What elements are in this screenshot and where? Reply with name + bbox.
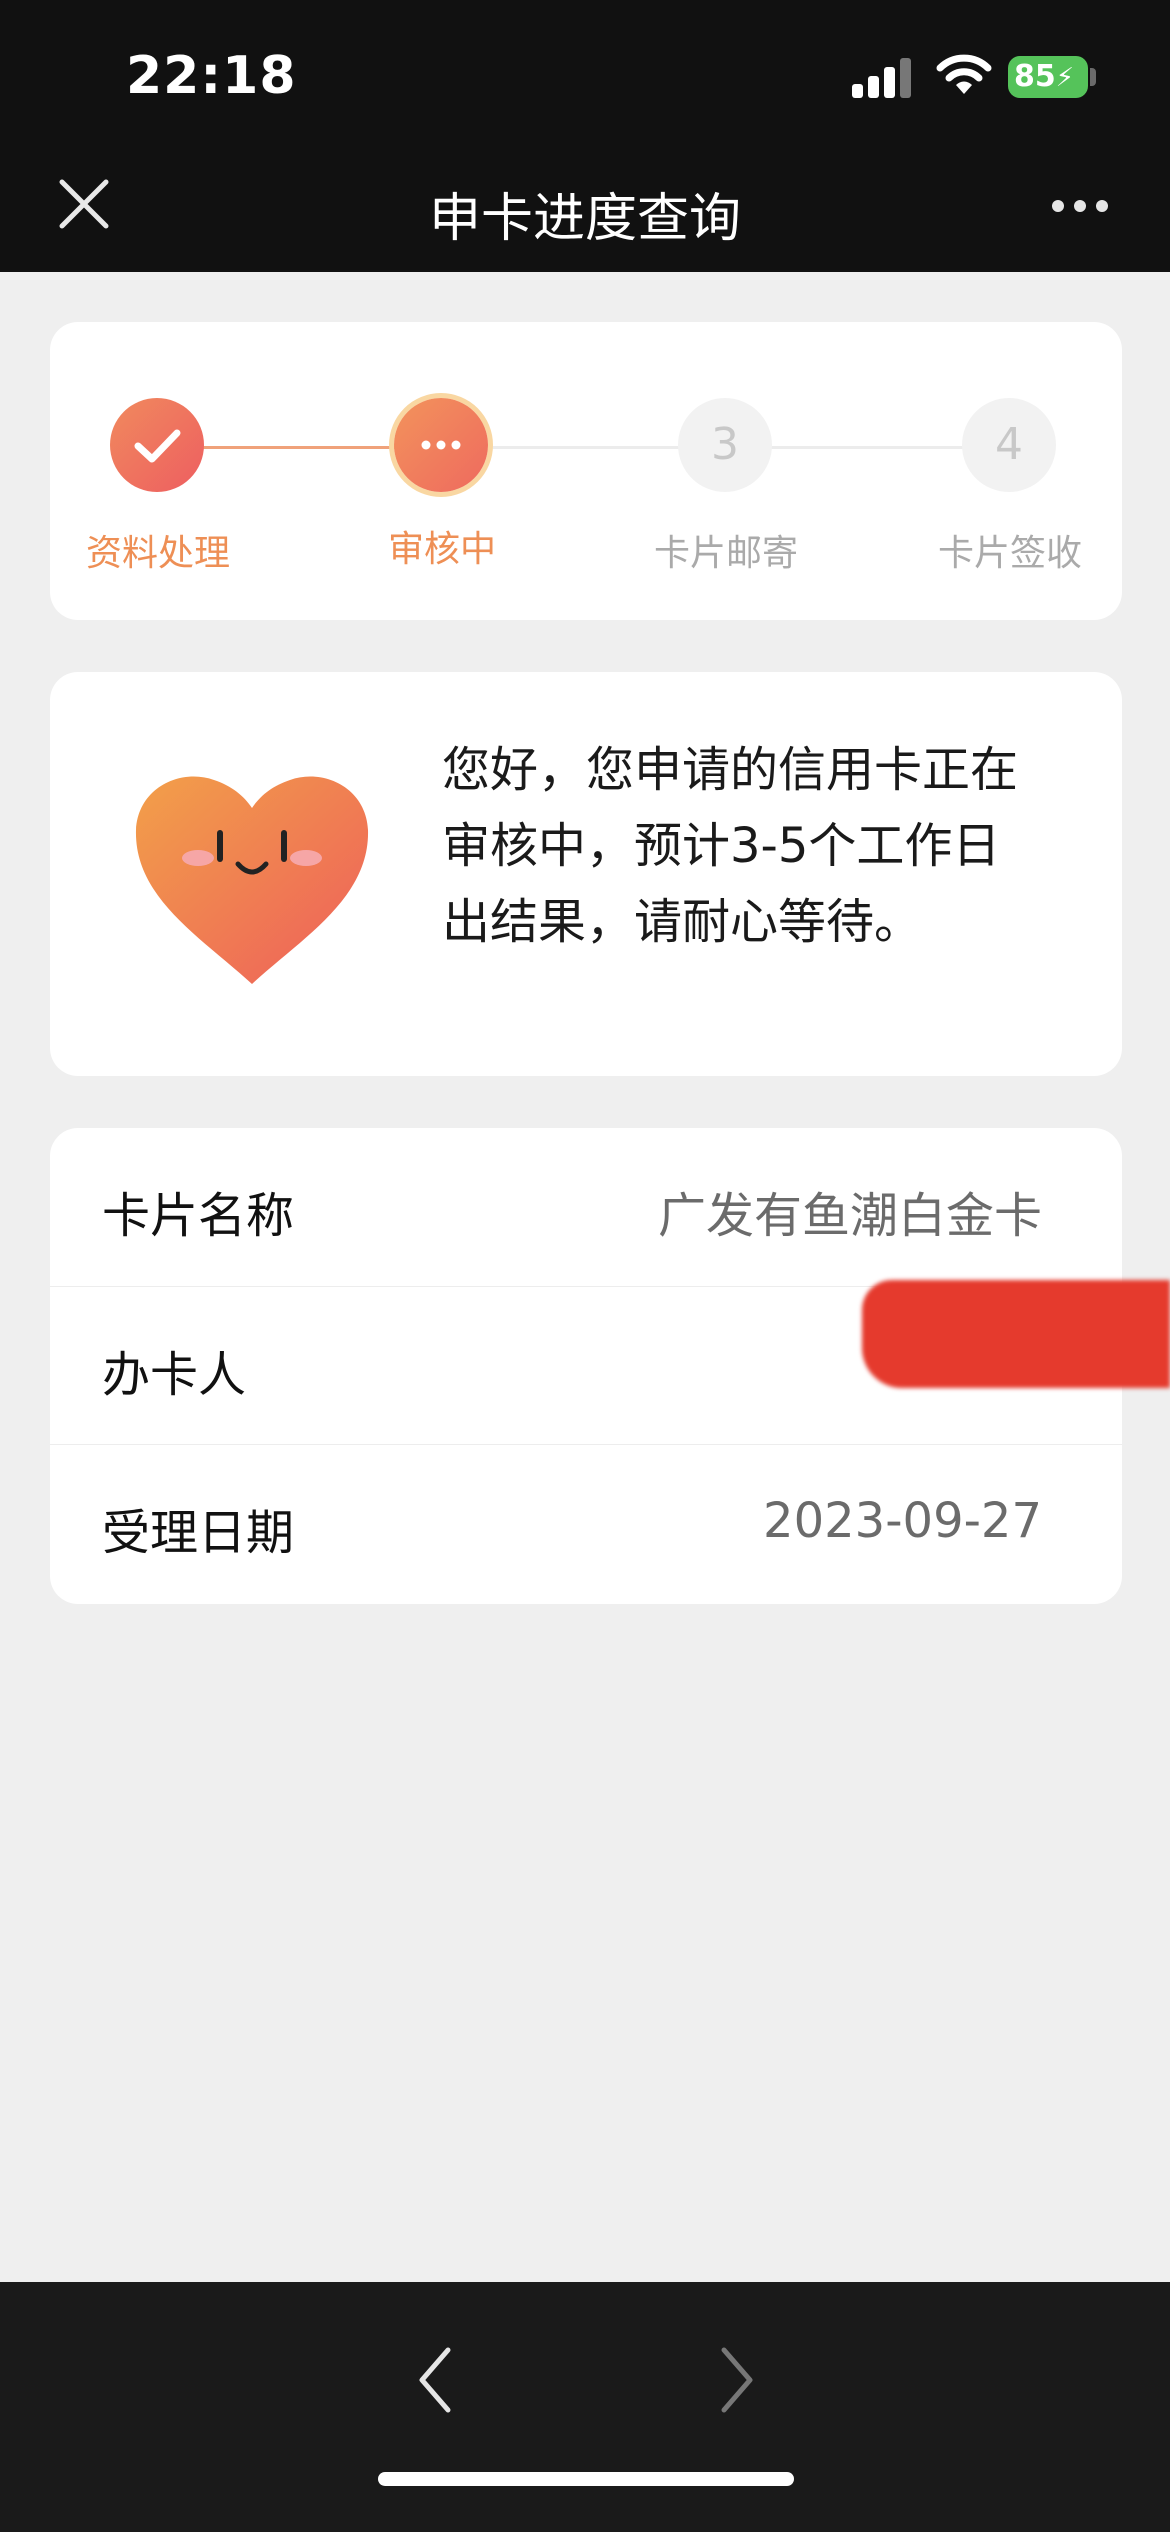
info-row-card-name: 卡片名称 广发有鱼潮白金卡: [50, 1128, 1122, 1286]
step-2-label: 审核中: [387, 529, 496, 570]
check-icon: [134, 429, 181, 463]
bottom-nav-bar: [0, 2282, 1170, 2532]
step-4-label: 卡片签收: [937, 533, 1082, 574]
date-value: 2023-09-27: [763, 1493, 1042, 1549]
step-4-circle: 4: [962, 398, 1056, 492]
step-2-circle: [394, 398, 488, 492]
dots-icon: [421, 440, 461, 450]
redaction-mark: [862, 1280, 1170, 1388]
wifi-icon: [936, 54, 992, 94]
status-message-card: 您好，您申请的信用卡正在审核中，预计3-5个工作日出结果，请耐心等待。: [50, 672, 1122, 1076]
step-3-label: 卡片邮寄: [653, 533, 798, 574]
battery-icon: 85⚡: [1008, 56, 1088, 98]
info-row-date: 受理日期 2023-09-27: [50, 1444, 1122, 1603]
card-name-value: 广发有鱼潮白金卡: [657, 1188, 1042, 1244]
applicant-label: 办卡人: [102, 1347, 247, 1403]
step-1-circle: [110, 398, 204, 492]
signal-icon: [852, 58, 912, 98]
home-indicator[interactable]: [378, 2472, 794, 2486]
battery-level: 85: [1014, 59, 1056, 94]
top-bar: 22:18 85⚡ 申卡进度查询: [0, 0, 1170, 272]
status-message-text: 您好，您申请的信用卡正在审核中，预计3-5个工作日出结果，请耐心等待。: [442, 742, 1019, 950]
smiling-heart-icon: [135, 776, 369, 984]
battery-cap: [1090, 68, 1096, 86]
step-3-circle: 3: [678, 398, 772, 492]
chevron-right-icon[interactable]: [714, 2342, 762, 2418]
step-1-label: 资料处理: [85, 533, 230, 574]
more-icon[interactable]: [1052, 196, 1112, 216]
page-title: 申卡进度查询: [428, 189, 741, 249]
date-label: 受理日期: [102, 1505, 295, 1561]
progress-stepper: 3 4 资料处理 审核中 卡片邮寄 卡片签收: [50, 322, 1122, 620]
card-name-label: 卡片名称: [102, 1188, 295, 1244]
status-time: 22:18: [126, 46, 297, 106]
chevron-left-icon[interactable]: [410, 2342, 458, 2418]
